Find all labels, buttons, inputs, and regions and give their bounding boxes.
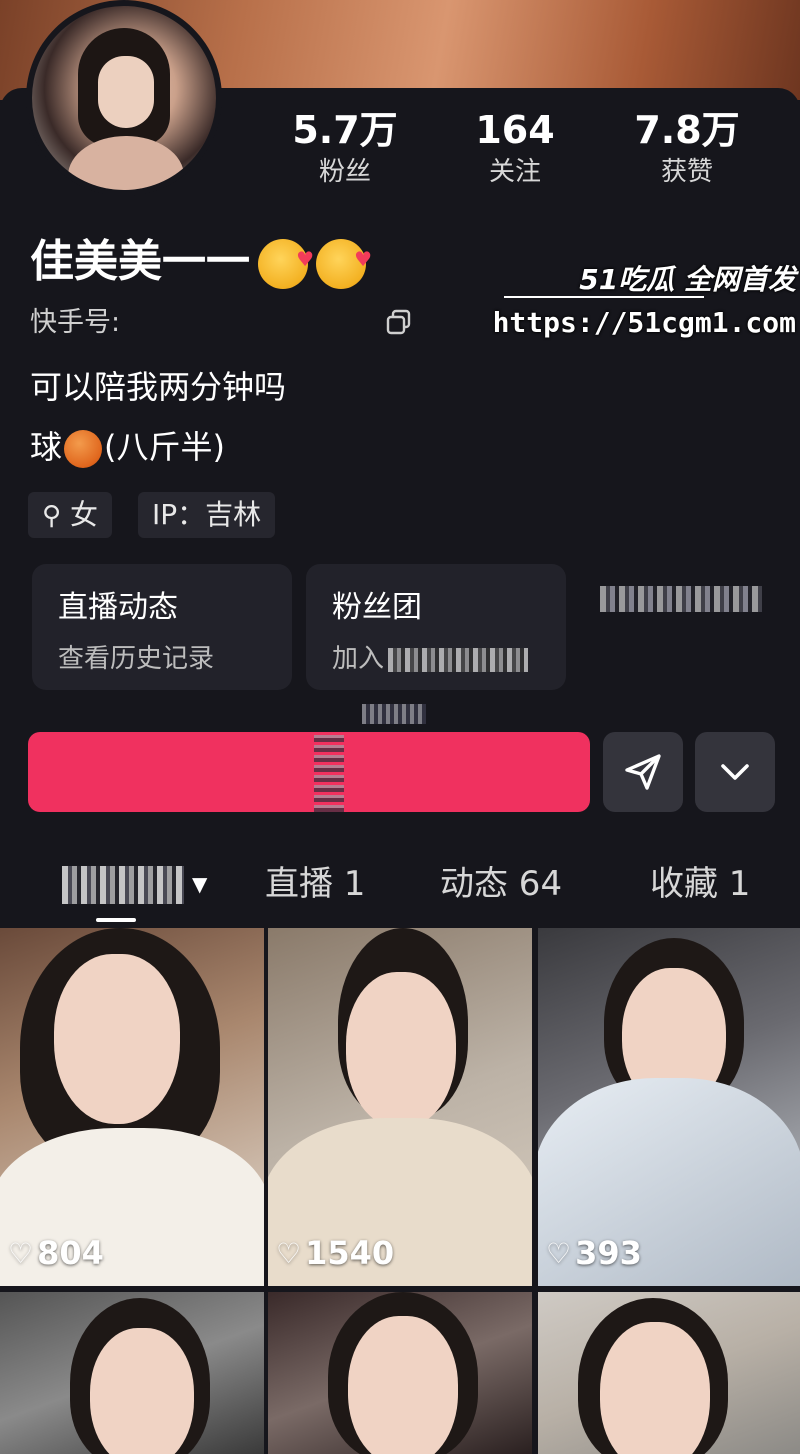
basketball-icon: [64, 430, 103, 468]
tab-favorites[interactable]: 收藏 1: [650, 856, 750, 912]
obscured-content: [600, 586, 762, 612]
kuaishou-id: 快手号:: [30, 307, 121, 338]
tab-works-obscured[interactable]: [62, 866, 184, 904]
share-button[interactable]: [603, 732, 683, 812]
face-image: [346, 972, 456, 1128]
video-likes-count: 804: [37, 1234, 104, 1272]
face-image: [54, 954, 180, 1124]
video-card[interactable]: ♡ 1540: [268, 928, 532, 1286]
gender-chip: ⚲ 女: [28, 492, 112, 538]
watermark-title: 51吃瓜 全网首发: [579, 263, 796, 296]
stat-following-label: 关注: [488, 157, 541, 187]
bio-line-2: 球 (八斤半): [30, 422, 225, 472]
kiss-emoji-icon: [258, 229, 314, 289]
chevron-down-icon: [721, 764, 749, 780]
video-likes-count: 393: [575, 1234, 642, 1272]
bio-line-2-suffix: (八斤半): [104, 428, 225, 466]
stat-fans-label: 粉丝: [318, 157, 371, 187]
face-image: [90, 1328, 194, 1454]
ip-chip: IP：吉林: [138, 492, 276, 538]
live-history-title: 直播动态: [58, 590, 178, 625]
obscured-content: [314, 732, 344, 812]
kiss-emoji-icon: [316, 229, 372, 289]
gender-chip-label: 女: [69, 498, 98, 531]
live-history-tile[interactable]: 直播动态 查看历史记录: [32, 564, 292, 690]
stat-following-value: 164: [475, 108, 555, 152]
video-card[interactable]: [538, 1292, 800, 1454]
more-options-button[interactable]: [695, 732, 775, 812]
tab-active-indicator: [96, 918, 136, 922]
heart-icon: ♡: [8, 1236, 34, 1270]
copy-icon[interactable]: [385, 308, 413, 336]
video-likes: ♡ 1540: [276, 1234, 394, 1272]
stat-likes-value: 7.8万: [634, 108, 740, 152]
watermark-url: https://51cgm1.com: [492, 306, 796, 339]
female-icon: ⚲: [42, 501, 62, 531]
fan-club-title: 粉丝团: [332, 590, 422, 625]
live-history-subtitle: 查看历史记录: [58, 644, 215, 674]
fan-club-tile[interactable]: 粉丝团 加入: [306, 564, 566, 690]
profile-name-text: 佳美美一一: [30, 236, 250, 287]
obscured-content: [362, 704, 426, 724]
avatar[interactable]: [26, 0, 222, 196]
bio-line-1: 可以陪我两分钟吗: [30, 368, 287, 406]
stat-fans-value: 5.7万: [292, 108, 398, 152]
heart-icon: ♡: [546, 1236, 572, 1270]
face-image: [348, 1316, 458, 1454]
fan-club-subtitle: 加入: [332, 638, 529, 675]
video-card[interactable]: ♡ 804: [0, 928, 264, 1286]
follow-button[interactable]: [28, 732, 590, 812]
video-likes-count: 1540: [305, 1234, 395, 1272]
video-card[interactable]: [268, 1292, 532, 1454]
video-likes: ♡ 804: [8, 1234, 104, 1272]
send-icon: [625, 754, 661, 790]
profile-name: 佳美美一一: [30, 229, 372, 292]
video-card[interactable]: [0, 1292, 264, 1454]
fan-club-subtitle-text: 加入: [332, 644, 385, 674]
stat-following[interactable]: 164 关注: [440, 108, 590, 192]
stat-fans[interactable]: 5.7万 粉丝: [270, 108, 420, 192]
caret-down-icon[interactable]: ▼: [192, 872, 207, 896]
stat-likes-label: 获赞: [660, 157, 713, 187]
video-card[interactable]: ♡ 393: [538, 928, 800, 1286]
stat-likes[interactable]: 7.8万 获赞: [612, 108, 762, 192]
tab-live[interactable]: 直播 1: [265, 856, 365, 912]
heart-icon: ♡: [276, 1236, 302, 1270]
profile-tabs: ▼ 直播 1 动态 64 收藏 1: [0, 856, 800, 922]
obscured-text: [388, 647, 529, 672]
bio-line-2-prefix: 球: [30, 428, 63, 466]
watermark: 51吃瓜 全网首发 https://51cgm1.com: [493, 252, 800, 352]
tab-moments[interactable]: 动态 64: [440, 856, 562, 912]
avatar-image: [32, 6, 216, 190]
video-likes: ♡ 393: [546, 1234, 642, 1272]
face-image: [600, 1322, 710, 1454]
